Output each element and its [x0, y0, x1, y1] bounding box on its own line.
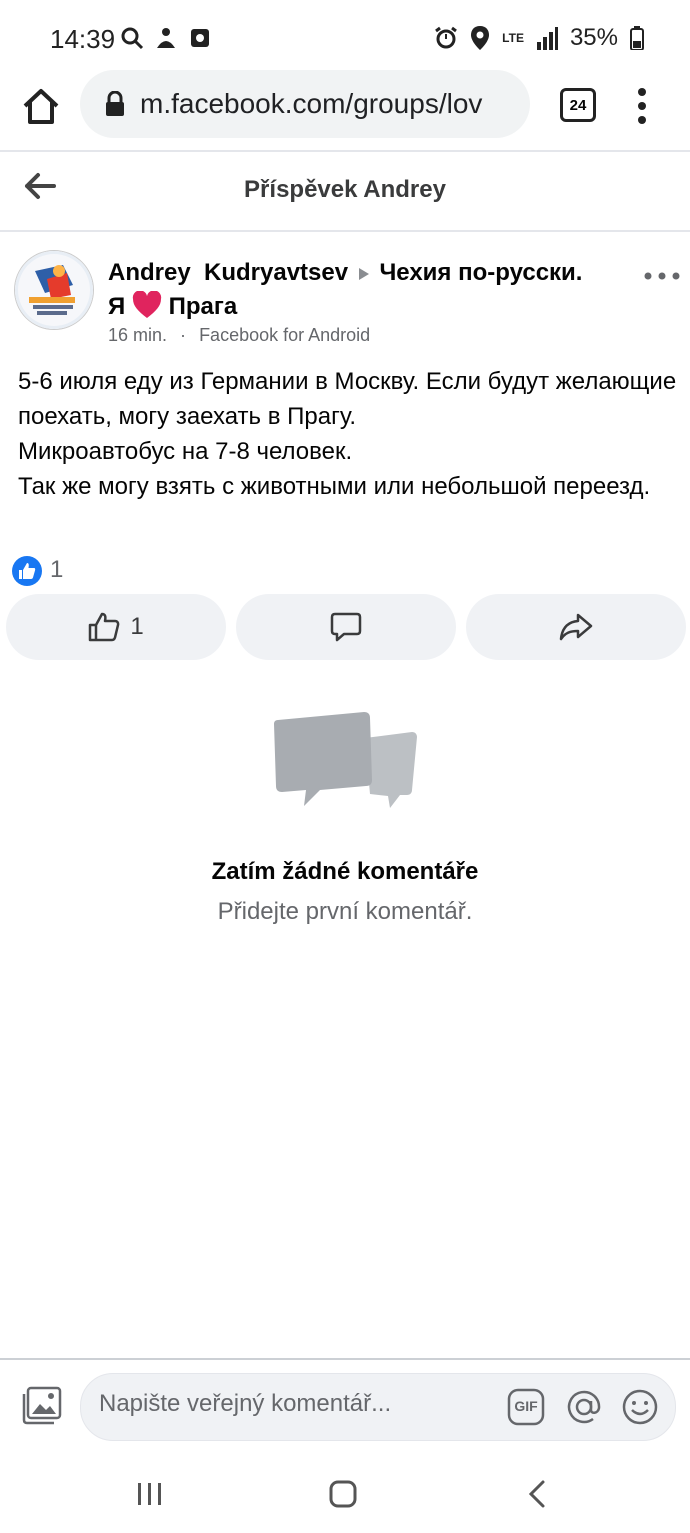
status-bar: 14:39 LTE 35% — [0, 0, 690, 70]
post-title: Andrey Kudryavtsev Чехия по-русски. Я Пр… — [108, 256, 628, 324]
network-label: LTE — [502, 31, 524, 45]
battery-percent: 35% — [569, 24, 618, 51]
avatar-image — [15, 251, 93, 329]
lock-icon — [106, 91, 124, 116]
address-bar[interactable]: m.facebook.com/groups/lov — [80, 70, 530, 138]
empty-state-subtitle: Přidejte první komentář. — [217, 898, 473, 925]
post-meta: 16 min. · Facebook for Android — [108, 325, 370, 346]
status-right: LTE 35% — [434, 24, 644, 52]
group-name[interactable]: Чехия по-русски. — [379, 259, 582, 286]
gif-label: GIF — [514, 1398, 538, 1414]
gif-button[interactable]: GIF — [507, 1388, 545, 1426]
meta-separator: · — [180, 325, 187, 345]
photo-icon[interactable] — [20, 1386, 62, 1426]
page-title: Příspěvek Andrey — [244, 176, 446, 203]
like-count: 1 — [130, 613, 144, 640]
alarm-icon — [435, 26, 458, 49]
search-icon — [121, 27, 144, 50]
home-icon[interactable] — [20, 86, 62, 128]
reaction-count[interactable]: 1 — [50, 556, 63, 584]
screen-record-icon — [191, 29, 209, 47]
home-nav-icon[interactable] — [328, 1479, 358, 1509]
share-button[interactable] — [466, 594, 686, 660]
thumbs-up-icon — [89, 612, 120, 642]
like-reaction-icon[interactable] — [12, 556, 42, 586]
browser-toolbar: m.facebook.com/groups/lov 24 — [0, 66, 690, 150]
post-body: 5-6 июля еду из Германии в Москву. Если … — [18, 368, 677, 500]
tab-count: 24 — [569, 96, 587, 114]
signal-icon — [536, 27, 558, 50]
comment-button[interactable] — [236, 594, 456, 660]
arrow-right-icon — [358, 267, 369, 280]
post-time[interactable]: 16 min. — [108, 325, 167, 345]
tab-switcher-button[interactable]: 24 — [560, 88, 596, 122]
group-name-suffix[interactable]: Я — [108, 293, 125, 320]
mention-icon[interactable] — [565, 1388, 603, 1426]
more-vert-icon[interactable] — [636, 86, 648, 126]
recent-apps-icon[interactable] — [136, 1481, 164, 1507]
comments-icon — [274, 712, 417, 808]
like-button[interactable]: 1 — [6, 594, 226, 660]
status-left-icons — [120, 26, 212, 50]
author-name[interactable]: Andrey Kudryavtsev — [108, 259, 348, 286]
status-time: 14:39 — [50, 24, 116, 54]
heart-icon — [132, 290, 162, 318]
bixby-icon — [157, 28, 175, 48]
system-navigation-bar — [0, 1455, 690, 1533]
more-horiz-icon[interactable] — [644, 272, 680, 280]
battery-icon — [630, 26, 644, 50]
divider — [0, 1358, 690, 1360]
group-name-city[interactable]: Прага — [169, 293, 238, 320]
location-icon — [471, 26, 490, 50]
comment-composer[interactable]: GIF — [80, 1373, 676, 1441]
divider — [0, 150, 690, 152]
url-text: m.facebook.com/groups/lov — [140, 88, 483, 119]
divider — [0, 230, 690, 232]
back-nav-icon[interactable] — [526, 1479, 548, 1509]
empty-state-title: Zatím žádné komentáře — [211, 858, 479, 885]
comment-input[interactable] — [99, 1390, 489, 1418]
share-icon — [559, 613, 593, 641]
post-source: Facebook for Android — [199, 325, 371, 345]
comment-icon — [330, 612, 362, 642]
emoji-icon[interactable] — [621, 1388, 659, 1426]
avatar[interactable] — [14, 250, 94, 330]
